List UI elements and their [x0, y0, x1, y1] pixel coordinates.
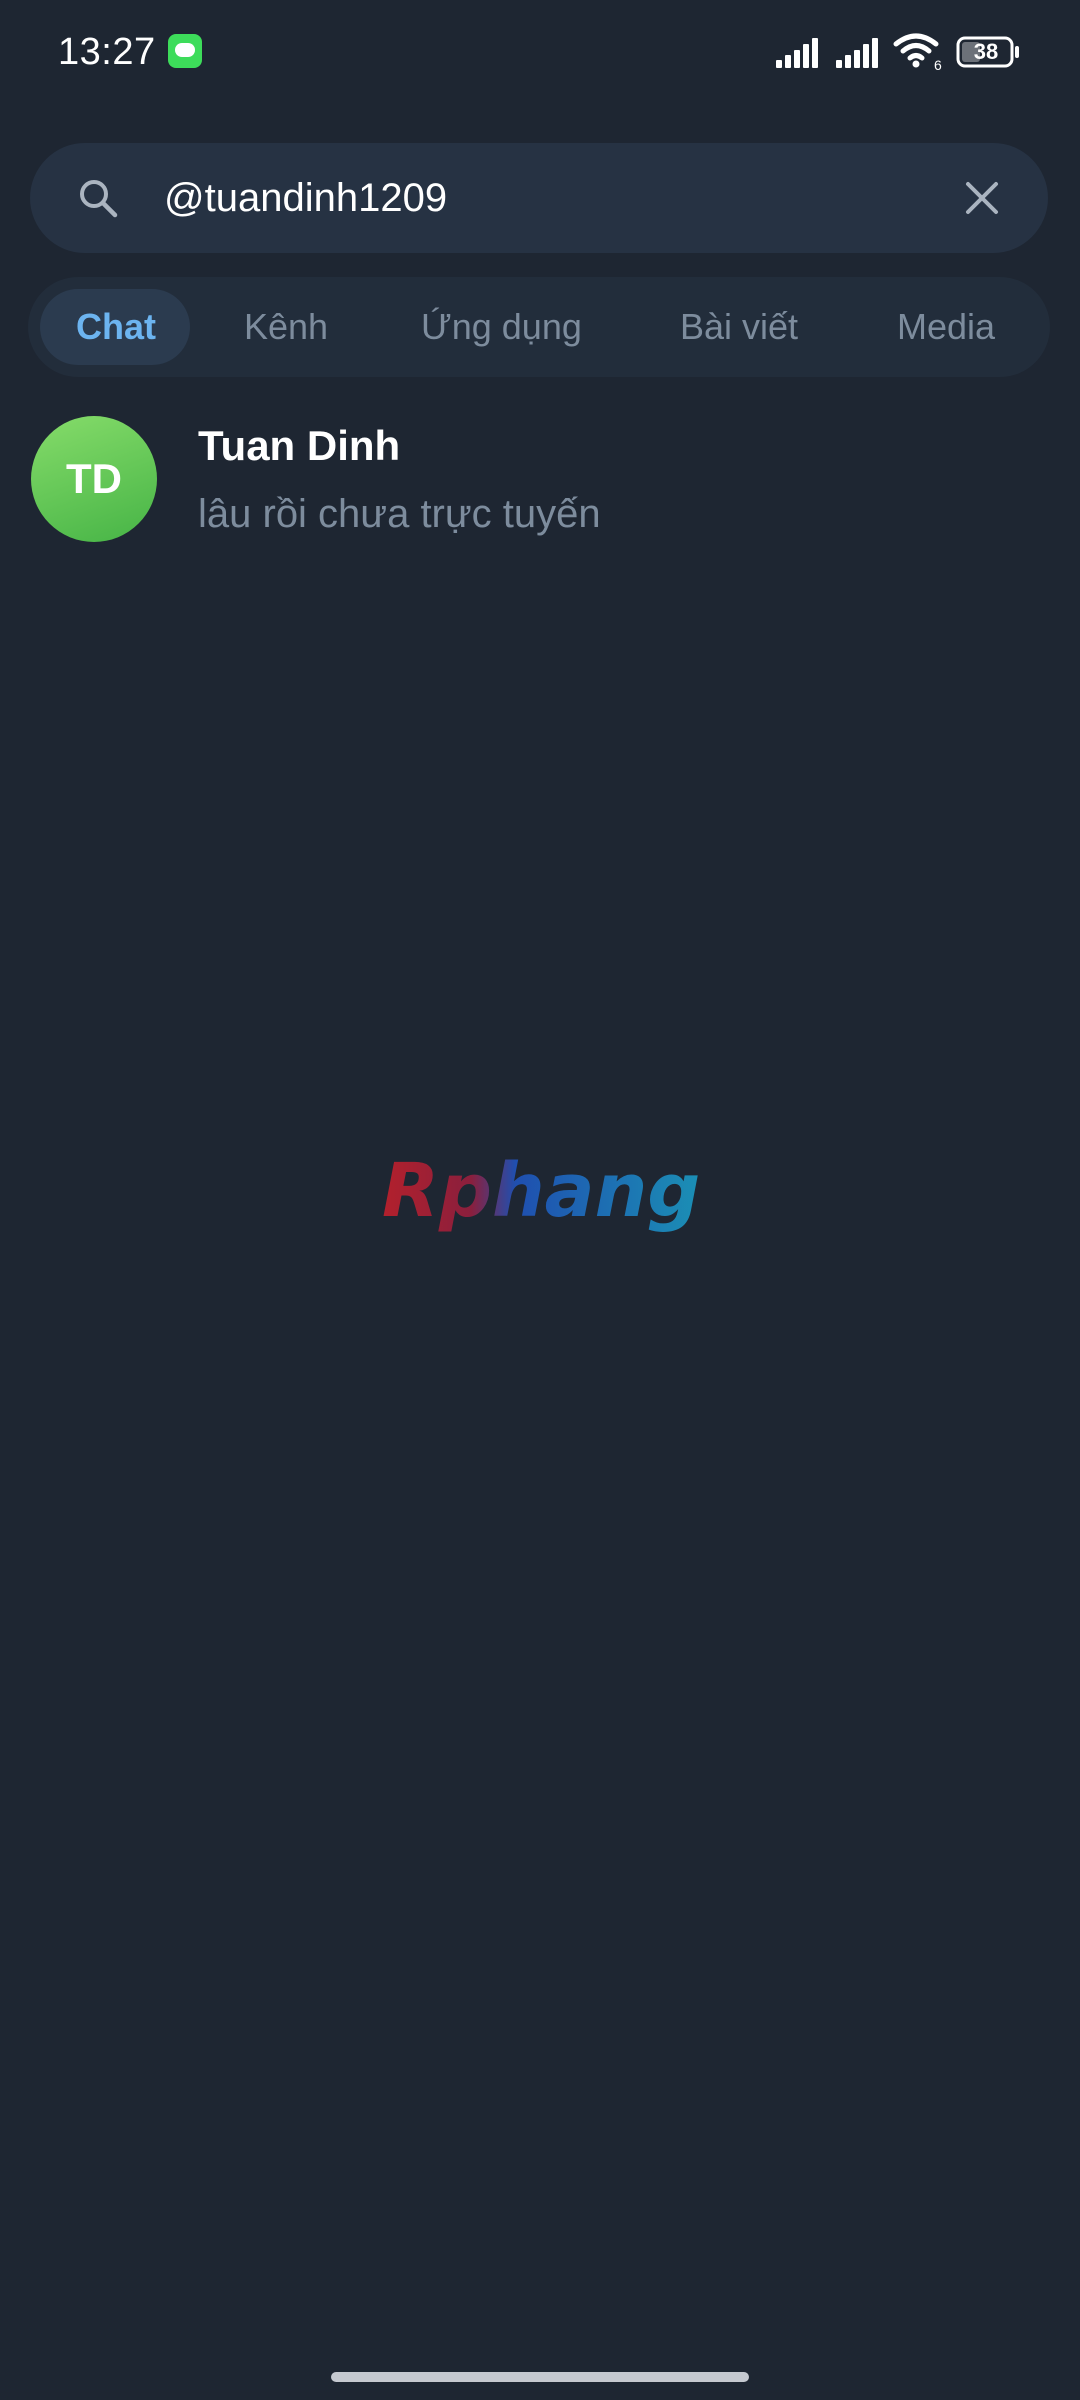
search-result-item[interactable]: TD Tuan Dinh lâu rồi chưa trực tuyến — [0, 400, 1080, 560]
signal-icon — [776, 38, 818, 68]
battery-level: 38 — [973, 39, 999, 64]
app-screen: 13:27 6 38 @tuandinh1209 Chat Kênh Ứng d… — [0, 0, 1080, 2400]
watermark-logo: Rphang — [382, 1150, 700, 1234]
search-icon — [80, 180, 118, 218]
wifi-label: 6 — [934, 57, 942, 72]
search-bar[interactable]: @tuandinh1209 — [30, 143, 1048, 253]
last-seen-status: lâu rồi chưa trực tuyến — [198, 492, 601, 536]
tab-apps[interactable]: Ứng dụng — [421, 277, 582, 377]
avatar: TD — [31, 416, 157, 542]
wifi-icon: 6 — [893, 33, 942, 72]
status-time: 13:27 — [58, 31, 156, 73]
tab-chat[interactable]: Chat — [76, 277, 156, 377]
messages-icon — [168, 34, 202, 68]
close-icon[interactable] — [960, 176, 1004, 220]
tab-channels[interactable]: Kênh — [244, 277, 328, 377]
status-bar: 13:27 6 38 — [0, 0, 1080, 104]
search-filter-tabs: Chat Kênh Ứng dụng Bài viết Media — [28, 277, 1050, 377]
tab-media[interactable]: Media — [897, 277, 995, 377]
tab-posts[interactable]: Bài viết — [680, 277, 798, 377]
signal-icon — [836, 38, 878, 68]
search-input[interactable]: @tuandinh1209 — [164, 170, 447, 226]
watermark-text: Rphang — [382, 1150, 700, 1234]
contact-name: Tuan Dinh — [198, 422, 401, 469]
home-indicator[interactable] — [331, 2372, 749, 2382]
